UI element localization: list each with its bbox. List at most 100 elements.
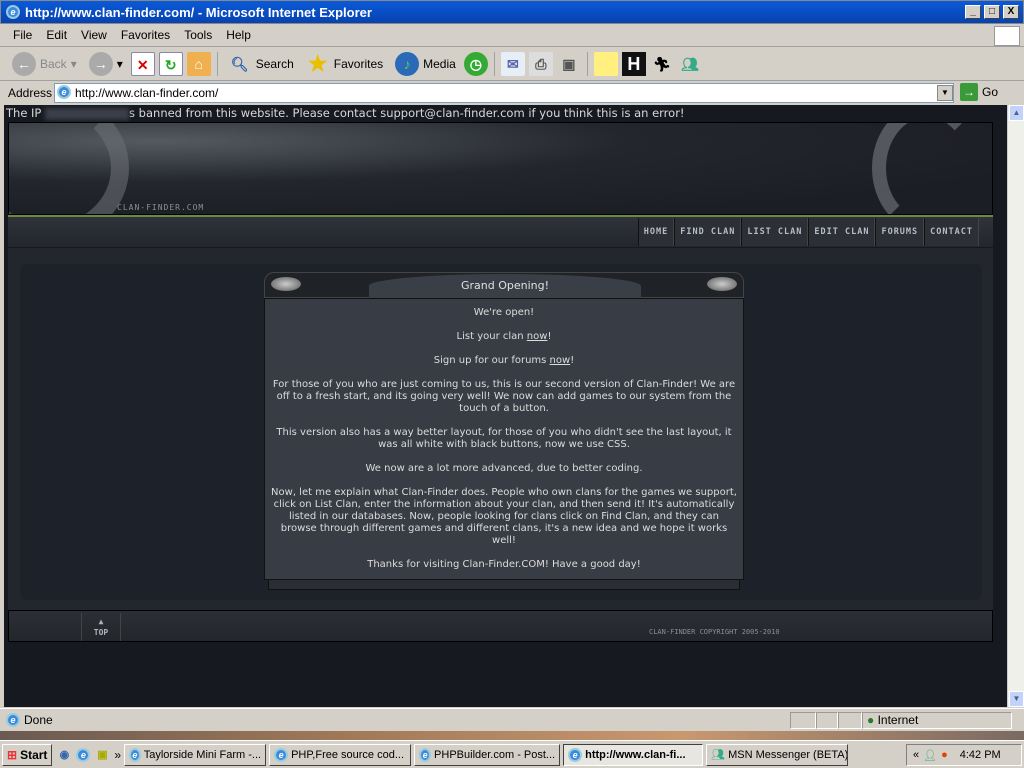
- list-clan-now-link[interactable]: now: [527, 331, 548, 342]
- redacted-ip: [45, 107, 130, 120]
- ie-icon: e: [419, 747, 432, 762]
- task-item[interactable]: e PHPBuilder.com - Post...: [414, 743, 561, 766]
- task-item-active[interactable]: e http://www.clan-fi...: [563, 743, 704, 766]
- back-to-top-button[interactable]: ▲ TOP: [81, 613, 121, 641]
- nav-contact[interactable]: CONTACT: [924, 218, 979, 246]
- home-icon[interactable]: ⌂: [186, 52, 211, 76]
- close-button[interactable]: X: [1003, 5, 1019, 19]
- news-body: We're open! List your clan now! Sign up …: [264, 298, 744, 580]
- ie-icon: e: [6, 5, 20, 19]
- tray-messenger-icon[interactable]: 👤︎: [923, 749, 937, 762]
- maximize-button[interactable]: □: [984, 5, 1000, 19]
- quicklaunch-more[interactable]: »: [114, 748, 121, 762]
- history-icon[interactable]: ◷: [463, 52, 488, 76]
- window-title: http://www.clan-finder.com/ - Microsoft …: [25, 5, 372, 20]
- menu-help[interactable]: Help: [219, 28, 258, 42]
- quicklaunch-icon[interactable]: ◉: [55, 746, 73, 764]
- menu-edit[interactable]: Edit: [39, 28, 74, 42]
- go-button[interactable]: → Go: [960, 83, 998, 101]
- up-arrow-icon: ▲: [98, 617, 104, 626]
- ban-message: The IP s banned from this website. Pleas…: [6, 106, 685, 120]
- address-label: Address: [8, 86, 53, 100]
- separator: [586, 52, 588, 76]
- edit-icon[interactable]: ▣: [557, 52, 581, 76]
- refresh-icon[interactable]: ↻: [158, 52, 183, 76]
- content-area: Grand Opening! We're open! List your cla…: [8, 248, 993, 610]
- stop-icon[interactable]: ✕: [130, 52, 155, 76]
- nav-home[interactable]: HOME: [637, 218, 675, 246]
- windows-flag-icon: ⊞: [7, 747, 18, 762]
- nav-list-clan[interactable]: LIST CLAN: [741, 218, 809, 246]
- show-desktop-icon[interactable]: ▣: [93, 746, 111, 764]
- menu-favorites[interactable]: Favorites: [114, 28, 177, 42]
- system-tray: « 👤︎ ● 4:42 PM: [906, 744, 1022, 766]
- start-button[interactable]: ⊞ Start: [2, 743, 53, 766]
- closing-message: Thanks for visiting Clan-Finder.COM! Hav…: [367, 559, 641, 570]
- news-title: Grand Opening!: [369, 274, 641, 298]
- forums-now-link[interactable]: now: [550, 355, 571, 366]
- go-arrow-icon: →: [960, 83, 978, 101]
- status-pane: [790, 712, 816, 729]
- msn-icon: 👥︎: [711, 749, 726, 761]
- status-text: Done: [24, 713, 53, 727]
- messenger-icon[interactable]: 👥︎: [678, 52, 702, 76]
- separator: [216, 52, 218, 76]
- site-logo: CLAN-FINDER.COM: [117, 203, 205, 212]
- star-icon: ★: [307, 51, 328, 76]
- site-nav: HOME FIND CLAN LIST CLAN EDIT CLAN FORUM…: [8, 215, 993, 247]
- address-input[interactable]: e http://www.clan-finder.com/: [54, 83, 954, 103]
- forward-button[interactable]: → ▾: [85, 52, 127, 76]
- decorative-knob: [707, 277, 737, 291]
- site-footer: ▲ TOP CLAN-FINDER COPYRIGHT 2005-2010: [8, 610, 993, 642]
- ie-status-icon: e: [6, 713, 20, 727]
- menu-file[interactable]: File: [6, 28, 39, 42]
- task-item[interactable]: e PHP,Free source cod...: [269, 743, 412, 766]
- task-item[interactable]: 👥︎ MSN Messenger (BETA): [706, 743, 849, 766]
- mail-icon[interactable]: ✉: [500, 52, 525, 76]
- nav-edit-clan[interactable]: EDIT CLAN: [808, 218, 876, 246]
- windows-logo-icon: [994, 26, 1020, 46]
- globe-icon: ●: [867, 713, 875, 727]
- search-button[interactable]: 🔍︎ Search: [224, 52, 298, 76]
- back-button[interactable]: ← Back ▾: [8, 52, 81, 76]
- menu-tools[interactable]: Tools: [177, 28, 219, 42]
- tray-security-icon[interactable]: ●: [941, 749, 948, 761]
- scroll-down-button[interactable]: ▼: [1009, 691, 1024, 707]
- note-icon[interactable]: [593, 52, 618, 76]
- forward-arrow-icon: →: [88, 52, 113, 76]
- h-icon[interactable]: H: [621, 52, 646, 76]
- status-bar: e Done ● Internet: [0, 708, 1024, 731]
- nav-find-clan[interactable]: FIND CLAN: [674, 218, 742, 246]
- status-pane: [816, 712, 838, 729]
- news-box-footer: [268, 580, 740, 590]
- address-dropdown[interactable]: ▼: [937, 85, 953, 101]
- menu-view[interactable]: View: [74, 28, 114, 42]
- title-bar: e http://www.clan-finder.com/ - Microsof…: [0, 0, 1024, 24]
- news-box: Grand Opening! We're open! List your cla…: [264, 272, 744, 590]
- site-header-banner: CLAN-FINDER.COM: [8, 122, 993, 215]
- minimize-button[interactable]: _: [965, 5, 981, 19]
- web-page: The IP s banned from this website. Pleas…: [4, 105, 1007, 707]
- tray-expand[interactable]: «: [913, 749, 919, 761]
- scroll-up-button[interactable]: ▲: [1009, 105, 1024, 121]
- nav-forums[interactable]: FORUMS: [875, 218, 925, 246]
- running-man-icon[interactable]: 🏃︎: [650, 52, 674, 76]
- task-item[interactable]: e Taylorside Mini Farm -...: [124, 743, 267, 766]
- print-icon[interactable]: ⎙: [528, 52, 553, 76]
- status-pane: [838, 712, 862, 729]
- ie-icon: e: [568, 747, 583, 762]
- favorites-button[interactable]: ★ Favorites: [302, 52, 387, 76]
- clock: 4:42 PM: [959, 749, 1001, 761]
- ie-icon: e: [274, 747, 289, 762]
- copyright: CLAN-FINDER COPYRIGHT 2005-2010: [649, 628, 780, 636]
- decorative-tribal: [872, 123, 982, 214]
- vertical-scrollbar[interactable]: ▲ ▼: [1007, 105, 1024, 707]
- separator: [493, 52, 495, 76]
- news-box-header: Grand Opening!: [264, 272, 744, 298]
- quicklaunch-ie-icon[interactable]: e: [76, 747, 91, 762]
- search-icon: 🔍︎: [230, 56, 249, 72]
- address-bar: Address e http://www.clan-finder.com/ ▼ →…: [0, 82, 1024, 104]
- media-button[interactable]: ♪ Media: [391, 52, 460, 76]
- back-arrow-icon: ←: [12, 52, 36, 76]
- media-globe-icon: ♪: [395, 52, 420, 76]
